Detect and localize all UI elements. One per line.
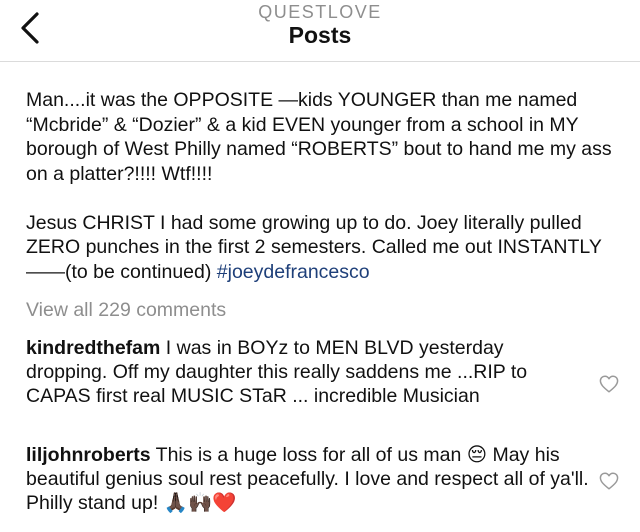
heart-outline-icon (599, 375, 619, 393)
comment-username[interactable]: kindredthefam (26, 337, 160, 359)
top-bar: QUESTLOVE Posts (0, 0, 640, 62)
comment-item: liljohnroberts This is a huge loss for a… (26, 443, 590, 515)
page-title: Posts (288, 22, 352, 48)
heart-outline-icon (599, 472, 619, 490)
like-comment-button[interactable] (596, 469, 622, 493)
comment-item: kindredthefam I was in BOYz to MEN BLVD … (26, 336, 590, 408)
like-comment-button[interactable] (596, 372, 622, 396)
comment-username[interactable]: liljohnroberts (26, 444, 151, 466)
hashtag-link[interactable]: #joeydefrancesco (217, 261, 370, 283)
view-all-comments-link[interactable]: View all 229 comments (26, 299, 226, 322)
account-name: QUESTLOVE (258, 2, 382, 22)
post-caption: Man....it was the OPPOSITE —kids YOUNGER… (26, 88, 620, 284)
caption-paragraph-1: Man....it was the OPPOSITE —kids YOUNGER… (26, 89, 612, 185)
caption-paragraph-2: Jesus CHRIST I had some growing up to do… (26, 211, 620, 285)
